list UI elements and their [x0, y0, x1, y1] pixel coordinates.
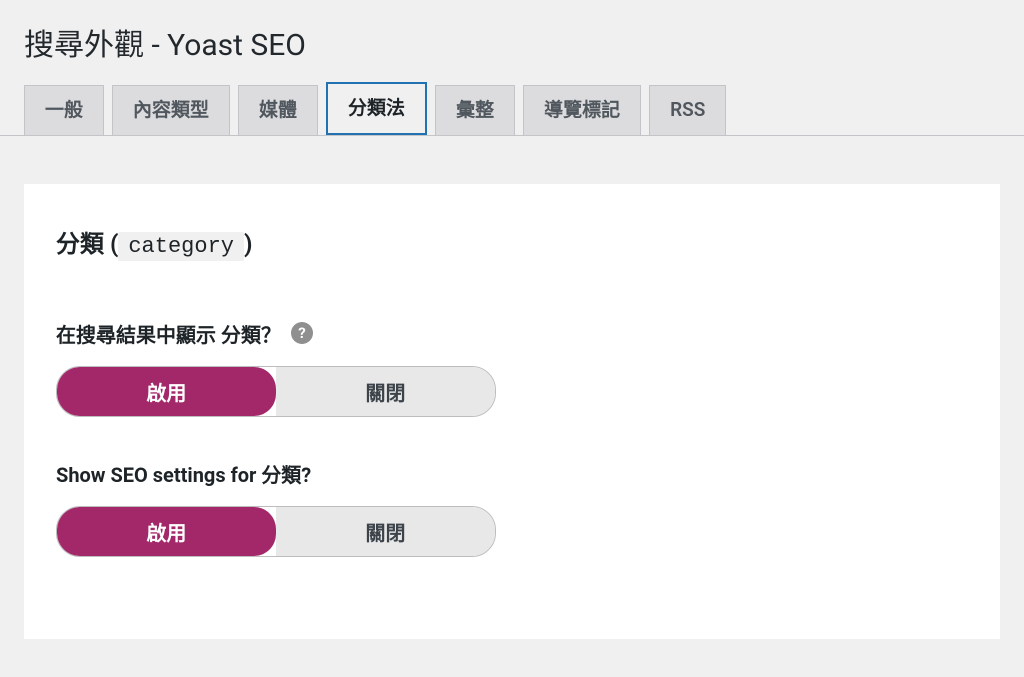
- tab-media[interactable]: 媒體: [238, 85, 318, 135]
- tab-archives[interactable]: 彙整: [435, 85, 515, 135]
- heading-prefix: 分類 (: [56, 230, 118, 258]
- tab-rss[interactable]: RSS: [649, 85, 726, 135]
- tab-general[interactable]: 一般: [24, 85, 104, 135]
- toggle-on-button[interactable]: 啟用: [57, 507, 276, 556]
- label-text: Show SEO settings for 分類?: [56, 459, 311, 488]
- setting-label-show-seo-settings: Show SEO settings for 分類?: [56, 459, 968, 488]
- setting-show-in-search: 在搜尋結果中顯示 分類？ ? 啟用 關閉: [56, 319, 968, 417]
- help-icon[interactable]: ?: [291, 322, 313, 344]
- label-text: 在搜尋結果中顯示 分類？: [56, 319, 281, 348]
- toggle-show-seo-settings[interactable]: 啟用 關閉: [56, 506, 496, 557]
- tab-breadcrumbs[interactable]: 導覽標記: [523, 85, 641, 135]
- tab-taxonomies[interactable]: 分類法: [326, 82, 427, 135]
- setting-label-show-in-search: 在搜尋結果中顯示 分類？ ?: [56, 319, 968, 348]
- toggle-off-button[interactable]: 關閉: [276, 507, 495, 556]
- page-title: 搜尋外觀 - Yoast SEO: [0, 0, 1024, 82]
- tab-content-types[interactable]: 內容類型: [112, 85, 230, 135]
- section-heading: 分類 (category): [56, 224, 968, 259]
- setting-show-seo-settings: Show SEO settings for 分類? 啟用 關閉: [56, 459, 968, 557]
- nav-tabs: 一般 內容類型 媒體 分類法 彙整 導覽標記 RSS: [0, 82, 1024, 136]
- toggle-on-button[interactable]: 啟用: [57, 367, 276, 416]
- toggle-off-button[interactable]: 關閉: [276, 367, 495, 416]
- heading-code: category: [118, 232, 244, 261]
- content-panel: 分類 (category) 在搜尋結果中顯示 分類？ ? 啟用 關閉 Show …: [24, 184, 1000, 639]
- heading-suffix: ): [244, 230, 252, 258]
- toggle-show-in-search[interactable]: 啟用 關閉: [56, 366, 496, 417]
